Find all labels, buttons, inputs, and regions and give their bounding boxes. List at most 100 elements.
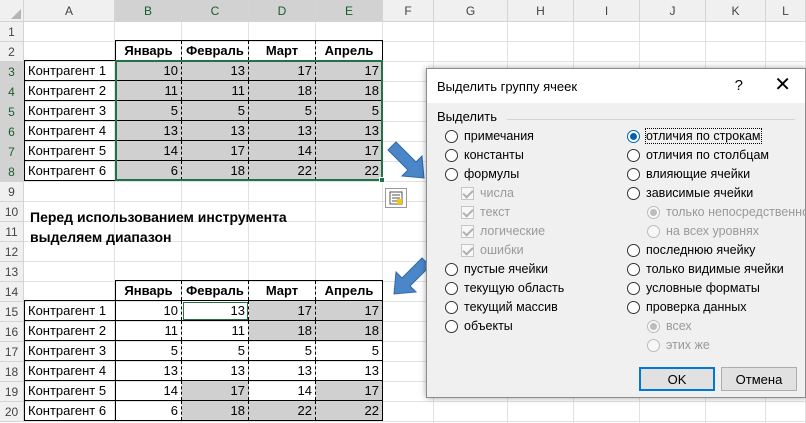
row-header-16[interactable]: 16	[0, 322, 24, 342]
table-cell[interactable]: 5	[115, 340, 182, 361]
column-header-f[interactable]: F	[383, 0, 434, 22]
radio-option[interactable]: пустые ячейки	[445, 262, 548, 276]
table-cell[interactable]: 14	[115, 380, 182, 401]
row-label[interactable]: Контрагент 4	[24, 120, 116, 141]
radio-option[interactable]: объекты	[445, 319, 513, 333]
radio-option[interactable]: проверка данных	[627, 300, 747, 314]
table-cell[interactable]: 17	[315, 140, 383, 161]
radio-icon[interactable]	[445, 129, 458, 143]
radio-icon[interactable]	[627, 186, 640, 200]
row-label[interactable]: Контрагент 2	[24, 80, 116, 101]
table-cell[interactable]: 22	[248, 160, 316, 181]
column-header-c[interactable]: C	[182, 0, 249, 22]
table-cell[interactable]: 13	[315, 360, 383, 381]
row-header-5[interactable]: 5	[0, 102, 24, 122]
column-header-e[interactable]: E	[316, 0, 383, 22]
row-header-9[interactable]: 9	[0, 182, 24, 202]
table-cell[interactable]: 10	[115, 60, 182, 81]
row-header-2[interactable]: 2	[0, 42, 24, 62]
table-cell[interactable]: 22	[315, 400, 383, 421]
table-cell[interactable]: 5	[181, 100, 249, 121]
radio-icon[interactable]	[627, 148, 640, 162]
row-header-20[interactable]: 20	[0, 402, 24, 422]
row-header-13[interactable]: 13	[0, 262, 24, 282]
row-header-7[interactable]: 7	[0, 142, 24, 162]
table-cell[interactable]: 17	[315, 60, 383, 81]
radio-option[interactable]: условные форматы	[627, 281, 760, 295]
table-cell[interactable]: 17	[248, 60, 316, 81]
row-header-4[interactable]: 4	[0, 82, 24, 102]
table-cell[interactable]: 5	[248, 340, 316, 361]
table-cell[interactable]: 17	[315, 300, 383, 321]
row-label[interactable]: Контрагент 4	[24, 360, 116, 381]
radio-icon[interactable]	[445, 300, 458, 314]
table-cell[interactable]: 11	[115, 80, 182, 101]
radio-icon[interactable]	[445, 319, 458, 333]
radio-option[interactable]: текущий массив	[445, 300, 558, 314]
radio-icon[interactable]	[627, 281, 640, 295]
table-cell[interactable]: 5	[115, 100, 182, 121]
radio-option[interactable]: константы	[445, 148, 524, 162]
header-january[interactable]: Январь	[115, 280, 182, 301]
table-cell[interactable]: 18	[315, 80, 383, 101]
column-header-k[interactable]: K	[706, 0, 766, 22]
row-label[interactable]: Контрагент 1	[24, 300, 116, 321]
column-header-l[interactable]: L	[766, 0, 806, 22]
table-cell[interactable]: 14	[248, 380, 316, 401]
header-february[interactable]: Февраль	[181, 280, 249, 301]
row-header-6[interactable]: 6	[0, 122, 24, 142]
radio-option[interactable]: только видимые ячейки	[627, 262, 784, 276]
table-cell[interactable]: 5	[315, 100, 383, 121]
radio-icon[interactable]	[627, 167, 640, 181]
row-header-17[interactable]: 17	[0, 342, 24, 362]
table-cell[interactable]: 13	[248, 120, 316, 141]
quick-analysis-button[interactable]	[385, 188, 407, 208]
table-cell[interactable]: 13	[181, 60, 249, 81]
radio-icon[interactable]	[445, 148, 458, 162]
table-cell[interactable]: 5	[181, 340, 249, 361]
radio-icon[interactable]	[627, 243, 640, 257]
table-cell[interactable]: 14	[248, 140, 316, 161]
table-cell[interactable]: 11	[181, 320, 249, 341]
radio-option[interactable]: примечания	[445, 129, 534, 143]
row-label[interactable]: Контрагент 3	[24, 340, 116, 361]
radio-icon[interactable]	[627, 300, 640, 314]
row-label[interactable]: Контрагент 6	[24, 400, 116, 421]
header-march[interactable]: Март	[248, 40, 316, 61]
blank-cell[interactable]	[25, 281, 116, 301]
cancel-button[interactable]: Отмена	[721, 367, 797, 391]
table-cell[interactable]: 18	[181, 160, 249, 181]
close-icon[interactable]: ✕	[774, 74, 791, 96]
table-cell[interactable]: 17	[315, 380, 383, 401]
column-header-j[interactable]: J	[640, 0, 706, 22]
radio-option[interactable]: формулы	[445, 167, 519, 181]
column-header-g[interactable]: G	[434, 0, 508, 22]
radio-option[interactable]: последнюю ячейку	[627, 243, 755, 257]
radio-icon[interactable]	[627, 262, 640, 276]
table-cell[interactable]: 11	[115, 320, 182, 341]
table-cell[interactable]: 18	[315, 320, 383, 341]
row-header-18[interactable]: 18	[0, 362, 24, 382]
row-label[interactable]: Контрагент 3	[24, 100, 116, 121]
table-cell[interactable]: 13	[181, 120, 249, 141]
table-cell[interactable]: 13	[248, 360, 316, 381]
table-cell[interactable]: 17	[181, 380, 249, 401]
table-cell[interactable]: 5	[248, 100, 316, 121]
header-january[interactable]: Январь	[115, 40, 182, 61]
radio-option[interactable]: зависимые ячейки	[627, 186, 753, 200]
radio-option[interactable]: текущую область	[445, 281, 564, 295]
table-cell[interactable]: 22	[248, 400, 316, 421]
table-cell[interactable]: 6	[115, 400, 182, 421]
radio-icon[interactable]	[445, 281, 458, 295]
row-header-15[interactable]: 15	[0, 302, 24, 322]
table-cell[interactable]: 11	[181, 80, 249, 101]
table-cell[interactable]: 13	[181, 360, 249, 381]
column-header-d[interactable]: D	[249, 0, 316, 22]
table-cell[interactable]: 18	[248, 80, 316, 101]
radio-icon[interactable]	[445, 262, 458, 276]
row-header-14[interactable]: 14	[0, 282, 24, 302]
ok-button[interactable]: OK	[639, 367, 715, 391]
select-all-corner[interactable]	[0, 0, 24, 22]
radio-option[interactable]: влияющие ячейки	[627, 167, 750, 181]
row-label[interactable]: Контрагент 5	[24, 140, 116, 161]
